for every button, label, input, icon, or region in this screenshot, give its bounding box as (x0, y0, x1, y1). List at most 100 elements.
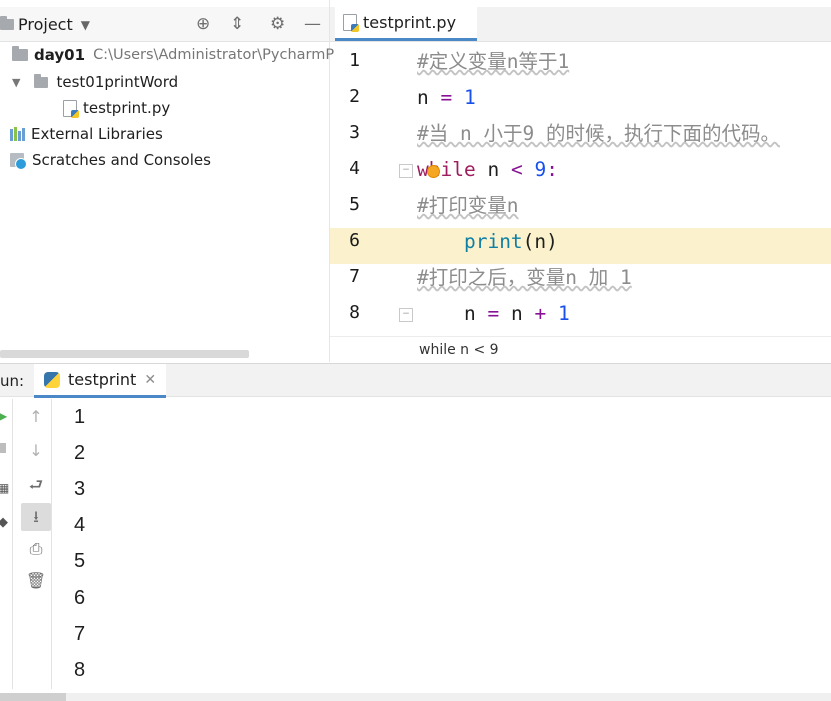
tree-item-file[interactable]: testprint.py (63, 96, 170, 120)
run-header: un: testprint ✕ (0, 363, 831, 398)
run-tab-label: testprint (68, 370, 137, 389)
layout-icon[interactable]: ▦ (0, 481, 9, 495)
line-number: 8 (349, 302, 360, 323)
comment: #当 n 小于9 的时候，执行下面的代码。 (417, 122, 780, 145)
tab-label: testprint.py (363, 13, 457, 32)
project-view-selector[interactable]: Project ▼ (0, 15, 90, 34)
code-token: + (534, 302, 547, 325)
console-line: 8 (74, 659, 86, 681)
collapse-icon[interactable]: ⇕ (230, 14, 244, 34)
tree-item-subfolder[interactable]: ▼ test01printWord (12, 70, 178, 94)
run-label: un: (0, 372, 25, 390)
file-name: testprint.py (83, 99, 171, 117)
code-line-6: print(n) (417, 224, 558, 260)
code-line-2: n = 1 (417, 80, 476, 116)
console-line: 7 (74, 623, 86, 645)
scroll-to-end-icon[interactable]: ⭳ (21, 503, 51, 531)
editor-tab-bar: testprint.py (330, 7, 831, 42)
line-number: 4 (349, 158, 360, 179)
scrollbar-thumb[interactable] (0, 693, 66, 701)
line-number: 3 (349, 122, 360, 143)
line-number: 1 (349, 50, 360, 71)
console-line: 3 (74, 478, 86, 500)
tree-item-scratches[interactable]: Scratches and Consoles (10, 148, 211, 172)
code-token: n (510, 302, 523, 325)
chevron-down-icon: ▼ (80, 17, 90, 32)
tree-item-external-libraries[interactable]: External Libraries (10, 122, 163, 146)
pin-icon[interactable]: ◆ (0, 515, 8, 530)
code-token: 9 (534, 158, 547, 181)
external-libraries-label: External Libraries (31, 125, 163, 143)
breadcrumb[interactable]: while n < 9 (330, 336, 831, 363)
horizontal-scrollbar[interactable] (0, 350, 249, 358)
tab-run-testprint[interactable]: testprint ✕ (34, 364, 166, 398)
close-icon[interactable]: ✕ (144, 372, 156, 388)
scroll-up-icon[interactable]: ↑ (21, 403, 51, 431)
root-folder-path: C:\Users\Administrator\PycharmP (93, 47, 335, 63)
run-toolbar: ↑ ↓ ⮐ ⭳ ⎙ 🗑 (21, 399, 52, 689)
code-line-1: #定义变量n等于1 (417, 44, 569, 80)
tree-item-root[interactable]: day01 C:\Users\Administrator\PycharmP (12, 43, 334, 67)
root-folder-name: day01 (34, 46, 86, 64)
locate-icon[interactable]: ⊕ (196, 14, 210, 34)
line-number: 5 (349, 194, 360, 215)
editor: testprint.py 1 2 3 4 5 6 7 8 − − #定义变量n等… (330, 0, 831, 362)
code-token: n (417, 86, 429, 109)
code-token: = (440, 86, 453, 109)
intention-bulb-icon[interactable] (428, 166, 439, 177)
scratches-icon (10, 153, 27, 170)
print-icon[interactable]: ⎙ (21, 535, 51, 563)
rerun-icon[interactable]: ▶ (0, 409, 7, 423)
library-icon (10, 127, 25, 141)
line-number: 7 (349, 266, 360, 287)
chevron-down-icon[interactable]: ▼ (12, 76, 20, 89)
code-token: (n) (522, 230, 558, 253)
code-token: < (510, 158, 523, 181)
console-line: 1 (74, 406, 86, 428)
code-token: 1 (557, 302, 570, 325)
fold-marker-icon[interactable]: − (399, 308, 413, 322)
gear-icon[interactable]: ⚙ (270, 14, 285, 34)
tab-testprint[interactable]: testprint.py (335, 7, 477, 41)
project-header: Project ▼ ⊕ ⇕ ⚙ — (0, 7, 329, 42)
code-token: n (487, 158, 500, 181)
python-file-icon (63, 99, 79, 118)
minimize-icon[interactable]: — (304, 14, 321, 34)
code-token: : (546, 158, 558, 181)
project-panel: Project ▼ ⊕ ⇕ ⚙ — day01 C:\Users\Adminis… (0, 0, 334, 362)
code-line-7: #打印之后，变量n 加 1 (417, 260, 632, 296)
python-icon (44, 371, 60, 388)
trash-icon[interactable]: 🗑 (21, 567, 51, 595)
folder-icon (12, 46, 28, 61)
line-number: 2 (349, 86, 360, 107)
console-line: 4 (74, 514, 86, 536)
breadcrumb-item[interactable]: while n < 9 (419, 342, 499, 358)
project-title: Project (18, 15, 73, 34)
fold-marker-icon[interactable]: − (399, 164, 413, 178)
run-side-toolbar: ▶ ▦ ◆ (0, 399, 13, 689)
subfolder-name: test01printWord (56, 73, 179, 91)
code-token: = (487, 302, 500, 325)
code-line-8: n = n + 1 (417, 296, 570, 332)
folder-icon (0, 16, 14, 30)
code-token: n (463, 302, 476, 325)
code-token: print (463, 230, 523, 253)
console-line: 6 (74, 587, 86, 609)
code-area[interactable]: 1 2 3 4 5 6 7 8 − − #定义变量n等于1 n = 1 #当 n… (330, 42, 831, 334)
console-line: 5 (74, 550, 86, 572)
console-output[interactable]: 1 2 3 4 5 6 7 8 (74, 399, 814, 689)
stop-icon[interactable] (0, 443, 6, 453)
soft-wrap-icon[interactable]: ⮐ (21, 471, 51, 499)
line-number: 6 (349, 230, 360, 251)
comment: #打印变量n (417, 194, 519, 217)
folder-icon (34, 73, 49, 88)
scroll-down-icon[interactable]: ↓ (21, 437, 51, 465)
horizontal-scrollbar[interactable] (0, 693, 831, 701)
comment: #打印之后，变量n 加 1 (417, 266, 632, 289)
scratches-label: Scratches and Consoles (32, 151, 211, 169)
current-line-highlight (330, 228, 831, 264)
python-file-icon (343, 14, 359, 32)
comment: #定义变量n等于1 (417, 50, 570, 73)
code-token: 1 (464, 86, 476, 109)
code-line-3: #当 n 小于9 的时候，执行下面的代码。 (417, 116, 780, 152)
